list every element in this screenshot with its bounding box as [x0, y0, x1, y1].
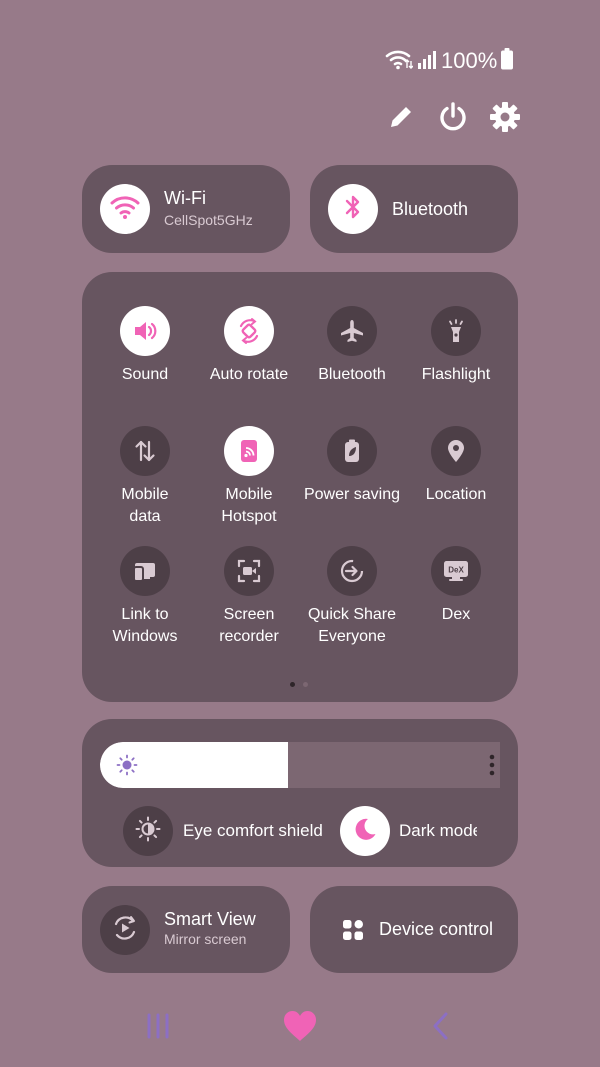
tile-label: Flashlight	[421, 366, 491, 383]
recents-icon	[145, 1013, 171, 1044]
mobile-data-icon	[132, 438, 158, 464]
page-dot	[290, 682, 295, 687]
smart-view-toggle[interactable]	[100, 905, 150, 955]
moon-icon	[352, 816, 378, 847]
tile-toggle-power-saving[interactable]	[327, 426, 377, 476]
bluetooth-title: Bluetooth	[392, 199, 469, 219]
tile-label: Mobile Hotspot	[221, 486, 277, 525]
recent-apps-button[interactable]	[138, 1008, 178, 1048]
flashlight-icon	[443, 318, 469, 344]
tile-quick-share-everyone[interactable]: Quick Share Everyone	[300, 546, 404, 648]
pencil-icon	[386, 102, 416, 137]
eye-comfort-label: Eye comfort shield	[183, 821, 323, 840]
tile-toggle-location[interactable]	[431, 426, 481, 476]
svg-text:DeX: DeX	[448, 566, 464, 575]
home-button[interactable]	[280, 1008, 320, 1048]
bluetooth-card[interactable]: Bluetooth	[310, 165, 518, 253]
wifi-title: Wi-Fi	[164, 188, 206, 208]
device-control-title: Device control	[379, 919, 494, 939]
edit-button[interactable]	[384, 102, 418, 136]
more-options-icon[interactable]	[488, 754, 496, 781]
wifi-toggle[interactable]	[100, 184, 150, 234]
page-dot	[303, 682, 308, 687]
tile-label: Dex	[441, 606, 471, 623]
tile-toggle-mobile-data[interactable]	[120, 426, 170, 476]
wifi-network-name: CellSpot5GHz	[164, 212, 253, 228]
wifi-signal-icon	[385, 48, 414, 75]
bluetooth-icon	[343, 194, 363, 225]
hotspot-icon	[236, 438, 262, 464]
tile-label: Sound	[121, 366, 169, 383]
tile-toggle-link-to-windows[interactable]	[120, 546, 170, 596]
tile-bluetooth[interactable]: Bluetooth	[300, 306, 404, 386]
tile-toggle-screen-recorder[interactable]	[224, 546, 274, 596]
tile-label: Mobile data	[121, 486, 169, 525]
settings-button[interactable]	[488, 101, 522, 138]
tile-toggle-dex[interactable]: DeX	[431, 546, 481, 596]
wifi-card[interactable]: Wi-Fi CellSpot5GHz	[82, 165, 290, 253]
tile-mobile-hotspot[interactable]: Mobile Hotspot	[197, 426, 301, 528]
back-button[interactable]	[420, 1008, 460, 1048]
tile-label: Auto rotate	[209, 366, 289, 383]
tile-flashlight[interactable]: Flashlight	[404, 306, 508, 386]
screen-recorder-icon	[236, 558, 262, 584]
tile-label: Bluetooth	[318, 366, 386, 383]
tile-screen-recorder[interactable]: Screen recorder	[197, 546, 301, 648]
gear-icon	[489, 101, 521, 138]
tile-label: Quick Share Everyone	[307, 606, 397, 645]
cell-signal-icon	[417, 49, 437, 74]
navigation-bar	[0, 1000, 600, 1056]
tile-power-saving[interactable]: Power saving	[300, 426, 404, 506]
heart-icon	[283, 1010, 317, 1047]
dark-mode-toggle[interactable]	[340, 806, 390, 856]
smart-view-card[interactable]: Smart View Mirror screen	[82, 886, 290, 973]
grid-dots-icon	[342, 919, 364, 946]
smart-view-icon	[111, 914, 139, 947]
smart-view-subtitle: Mirror screen	[164, 931, 247, 947]
battery-icon	[501, 47, 514, 75]
tile-dex[interactable]: DeX Dex	[404, 546, 508, 626]
rotate-icon	[235, 317, 263, 345]
back-chevron-icon	[430, 1011, 450, 1046]
tile-link-to-windows[interactable]: Link to Windows	[93, 546, 197, 648]
tile-sound[interactable]: Sound	[93, 306, 197, 386]
dex-icon: DeX	[442, 558, 470, 584]
smart-view-title: Smart View	[164, 909, 256, 929]
location-pin-icon	[443, 438, 469, 464]
power-button[interactable]	[436, 101, 470, 138]
wifi-icon	[110, 194, 140, 225]
tile-toggle-mobile-hotspot[interactable]	[224, 426, 274, 476]
airplane-icon	[339, 318, 365, 344]
dark-mode-label: Dark mode	[399, 821, 477, 840]
tile-label: Link to Windows	[112, 606, 178, 645]
battery-leaf-icon	[339, 438, 365, 464]
speaker-icon	[132, 318, 158, 344]
power-icon	[437, 101, 469, 138]
tile-location[interactable]: Location	[404, 426, 508, 506]
tile-toggle-bluetooth[interactable]	[327, 306, 377, 356]
link-windows-icon	[132, 558, 158, 584]
tile-toggle-flashlight[interactable]	[431, 306, 481, 356]
brightness-slider[interactable]	[100, 742, 500, 788]
tile-label: Screen recorder	[219, 606, 279, 645]
tile-toggle-auto-rotate[interactable]	[224, 306, 274, 356]
header-actions	[384, 101, 522, 138]
brightness-panel: Eye comfort shield Dark mode	[82, 719, 518, 867]
quick-settings-grid: Sound Auto rotate Bluetooth Flashlight Mobil…	[82, 272, 518, 702]
page-indicator	[290, 682, 308, 687]
tile-toggle-sound[interactable]	[120, 306, 170, 356]
eye-comfort-icon	[135, 816, 161, 847]
tile-label: Power saving	[303, 486, 401, 503]
device-control-card[interactable]: Device control	[310, 886, 518, 973]
bluetooth-toggle[interactable]	[328, 184, 378, 234]
battery-percent: 100%	[441, 48, 498, 73]
tile-toggle-quick-share-everyone[interactable]	[327, 546, 377, 596]
tile-mobile-data[interactable]: Mobile data	[93, 426, 197, 528]
tile-auto-rotate[interactable]: Auto rotate	[197, 306, 301, 386]
quick-share-icon	[338, 557, 366, 585]
eye-comfort-toggle[interactable]	[123, 806, 173, 856]
sun-icon	[116, 754, 138, 781]
tile-label: Location	[425, 486, 487, 503]
status-bar: 100%	[385, 44, 514, 78]
